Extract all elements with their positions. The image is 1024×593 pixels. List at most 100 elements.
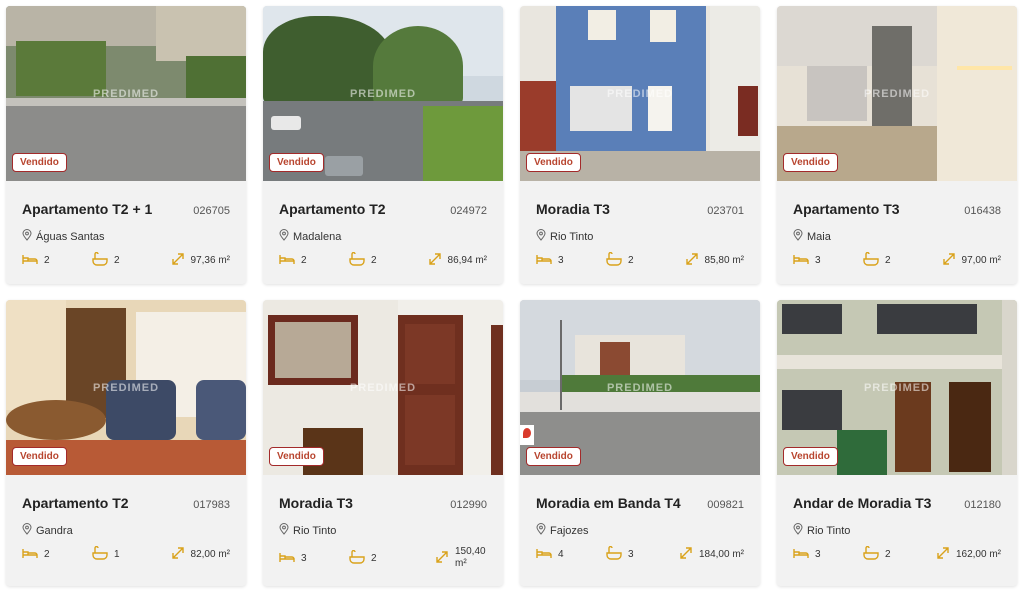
bedrooms-count: 3 — [558, 255, 564, 266]
status-badge: Vendido — [526, 153, 581, 172]
bedrooms-count: 3 — [815, 549, 821, 560]
listing-location: Madalena — [293, 230, 342, 243]
bed-icon — [279, 551, 301, 566]
listing-location: Águas Santas — [36, 230, 105, 243]
status-badge: Vendido — [12, 153, 67, 172]
listing-title: Apartamento T2 — [279, 201, 386, 217]
area-arrow-icon — [936, 546, 956, 563]
area-value: 184,00 m² — [698, 548, 744, 560]
listing-card[interactable]: PREDIMED Vendido Andar de Moradia T3 012… — [777, 300, 1017, 586]
listing-photo[interactable]: PREDIMED Vendido — [263, 300, 503, 475]
listing-photo[interactable]: PREDIMED Vendido — [520, 6, 760, 181]
bedrooms-count: 2 — [44, 549, 50, 560]
listing-photo[interactable]: PREDIMED Vendido — [777, 300, 1017, 475]
listing-reference: 012180 — [964, 499, 1001, 511]
listing-photo[interactable]: PREDIMED Vendido — [6, 300, 246, 475]
bathrooms-count: 1 — [114, 549, 120, 560]
listings-grid: PREDIMED Vendido Apartamento T2 + 1 0267… — [0, 0, 1024, 593]
watermark-logo: PREDIMED — [349, 381, 417, 394]
watermark-logo: PREDIMED — [92, 381, 160, 394]
listing-card[interactable]: PREDIMED Vendido Apartamento T3 016438 M… — [777, 6, 1017, 284]
listing-location: Fajozes — [550, 524, 589, 537]
listing-reference: 023701 — [707, 205, 744, 217]
listing-photo[interactable]: PREDIMED Vendido — [263, 6, 503, 181]
watermark-logo: PREDIMED — [92, 87, 160, 100]
bed-icon — [279, 253, 301, 268]
area-value: 97,36 m² — [190, 254, 230, 266]
bedrooms-count: 2 — [301, 255, 307, 266]
bed-icon — [22, 547, 44, 562]
bath-icon — [349, 251, 371, 269]
location-pin-icon — [22, 229, 36, 244]
area-value: 162,00 m² — [955, 548, 1001, 560]
listing-photo[interactable]: PREDIMED Vendido — [6, 6, 246, 181]
watermark-logo: PREDIMED — [606, 381, 674, 394]
listing-reference: 016438 — [964, 205, 1001, 217]
listing-card[interactable]: PREDIMED Vendido Apartamento T2 017983 G… — [6, 300, 246, 586]
status-badge: Vendido — [783, 153, 838, 172]
area-arrow-icon — [171, 252, 191, 269]
listing-title: Apartamento T2 — [22, 495, 129, 511]
bath-icon — [606, 545, 628, 563]
area-arrow-icon — [685, 252, 705, 269]
bed-icon — [536, 253, 558, 268]
bed-icon — [22, 253, 44, 268]
listing-card[interactable]: PREDIMED Vendido Moradia em Banda T4 009… — [520, 300, 760, 586]
bedrooms-count: 2 — [44, 255, 50, 266]
listing-location: Rio Tinto — [293, 524, 337, 537]
listing-reference: 012990 — [450, 499, 487, 511]
listing-title: Moradia T3 — [536, 201, 610, 217]
status-badge: Vendido — [783, 447, 838, 466]
status-badge: Vendido — [269, 447, 324, 466]
bathrooms-count: 2 — [885, 549, 891, 560]
area-value: 82,00 m² — [190, 548, 230, 560]
listing-location: Gandra — [36, 524, 73, 537]
listing-card[interactable]: PREDIMED Vendido Apartamento T2 024972 M… — [263, 6, 503, 284]
watermark-logo: PREDIMED — [863, 381, 931, 394]
bath-icon — [863, 545, 885, 563]
bathrooms-count: 2 — [371, 552, 377, 564]
watermark-logo: PREDIMED — [349, 87, 417, 100]
bath-icon — [92, 251, 114, 269]
listing-location: Rio Tinto — [807, 524, 851, 537]
area-arrow-icon — [942, 252, 962, 269]
area-arrow-icon — [428, 252, 448, 269]
location-pin-icon — [536, 229, 550, 244]
listing-title: Apartamento T2 + 1 — [22, 201, 153, 217]
bath-icon — [92, 545, 114, 563]
listing-location: Maia — [807, 230, 831, 243]
bathrooms-count: 3 — [628, 549, 634, 560]
location-pin-icon — [536, 523, 550, 538]
bedrooms-count: 3 — [301, 552, 307, 564]
bathrooms-count: 2 — [371, 255, 377, 266]
area-value: 150,40 m² — [455, 546, 486, 569]
status-badge: Vendido — [12, 447, 67, 466]
bathrooms-count: 2 — [885, 255, 891, 266]
area-arrow-icon — [679, 546, 699, 563]
listing-photo[interactable]: PREDIMED Vendido — [520, 300, 760, 475]
bath-icon — [349, 549, 371, 567]
area-arrow-icon — [435, 550, 455, 567]
area-value: 86,94 m² — [447, 254, 487, 266]
status-badge: Vendido — [526, 447, 581, 466]
listing-card[interactable]: PREDIMED Vendido Moradia T3 023701 Rio T… — [520, 6, 760, 284]
bath-icon — [606, 251, 628, 269]
location-pin-icon — [793, 523, 807, 538]
location-pin-icon — [279, 229, 293, 244]
listing-location: Rio Tinto — [550, 230, 594, 243]
bed-icon — [793, 547, 815, 562]
listing-card[interactable]: PREDIMED Vendido Apartamento T2 + 1 0267… — [6, 6, 246, 284]
status-badge: Vendido — [269, 153, 324, 172]
bathrooms-count: 2 — [114, 255, 120, 266]
location-pin-icon — [793, 229, 807, 244]
bath-icon — [863, 251, 885, 269]
listing-photo[interactable]: PREDIMED Vendido — [777, 6, 1017, 181]
bedrooms-count: 3 — [815, 255, 821, 266]
listing-card[interactable]: PREDIMED Vendido Moradia T3 012990 Rio T… — [263, 300, 503, 586]
bed-icon — [536, 547, 558, 562]
listing-title: Moradia em Banda T4 — [536, 495, 681, 511]
listing-reference: 026705 — [193, 205, 230, 217]
location-pin-icon — [279, 523, 293, 538]
listing-reference: 009821 — [707, 499, 744, 511]
listing-title: Andar de Moradia T3 — [793, 495, 932, 511]
